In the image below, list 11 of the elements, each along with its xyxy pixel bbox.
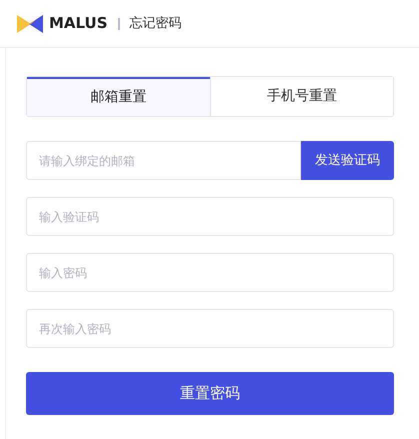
reset-password-button[interactable]: 重置密码 (26, 372, 394, 415)
brand-name: MALUS (49, 13, 108, 34)
send-code-button[interactable]: 发送验证码 (301, 141, 394, 180)
page-title: 忘记密码 (130, 14, 182, 33)
email-field[interactable]: 请输入绑定的邮箱 (26, 141, 301, 180)
input-field[interactable]: 输入密码 (26, 253, 394, 292)
logo-icon (17, 12, 43, 34)
input-field[interactable]: 再次输入密码 (26, 309, 394, 348)
input-field[interactable]: 输入验证码 (26, 197, 394, 236)
tab[interactable]: 邮箱重置 (27, 77, 210, 116)
tab[interactable]: 手机号重置 (210, 77, 393, 116)
